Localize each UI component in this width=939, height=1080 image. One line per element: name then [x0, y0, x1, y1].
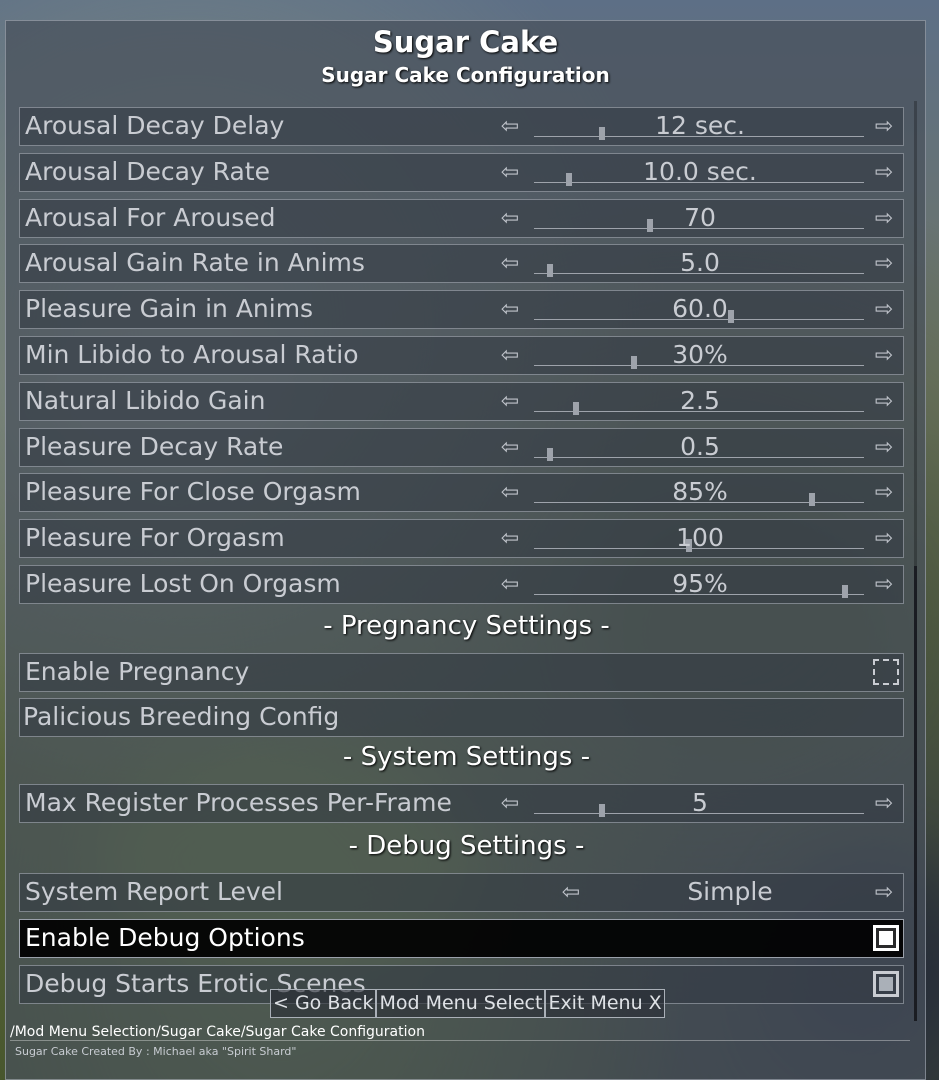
system-report-level-row[interactable]: System Report Level ⇦ Simple ⇨ [19, 873, 904, 912]
min-libido-to-arousal-ratio-row[interactable]: Min Libido to Arousal Ratio ⇦ 30% ⇨ [19, 336, 904, 375]
enable-debug-options-row[interactable]: Enable Debug Options [19, 919, 904, 958]
enable-debug-options-checkbox[interactable] [873, 925, 899, 951]
arousal-gain-rate-in-anims-row[interactable]: Arousal Gain Rate in Anims ⇦ 5.0 ⇨ [19, 244, 904, 284]
arrow-left-icon[interactable]: ⇦ [496, 205, 524, 233]
pleasure-lost-on-orgasm-row[interactable]: Pleasure Lost On Orgasm ⇦ 95% ⇨ [19, 565, 904, 604]
arousal-for-aroused-label: Arousal For Aroused [25, 202, 276, 232]
arrow-left-icon[interactable]: ⇦ [496, 250, 524, 278]
pleasure-gain-in-anims-label: Pleasure Gain in Anims [25, 294, 314, 324]
arrow-left-icon[interactable]: ⇦ [496, 388, 524, 416]
slider-value: 10.0 sec. [643, 156, 757, 186]
exit-menu-button[interactable]: Exit Menu X [545, 989, 665, 1018]
pleasure-lost-on-orgasm-label: Pleasure Lost On Orgasm [25, 569, 341, 598]
max-register-processes-label: Max Register Processes Per-Frame [25, 788, 452, 817]
navigation-bar: < Go Back Mod Menu Select Exit Menu X [270, 989, 665, 1018]
arrow-right-icon[interactable]: ⇨ [870, 205, 898, 233]
arrow-left-icon[interactable]: ⇦ [496, 571, 524, 599]
arousal-for-aroused-row[interactable]: Arousal For Aroused ⇦ 70 ⇨ [19, 198, 904, 238]
arrow-right-icon[interactable]: ⇨ [870, 571, 898, 599]
breeding-config-label: Palicious Breeding Config [23, 702, 340, 731]
arrow-right-icon[interactable]: ⇨ [870, 388, 898, 416]
arousal-decay-delay-label: Arousal Decay Delay [25, 111, 285, 140]
footer-divider [10, 1040, 910, 1041]
system-section-header: - System Settings - [342, 742, 591, 772]
arrow-right-icon[interactable]: ⇨ [870, 342, 898, 370]
arrow-left-icon[interactable]: ⇦ [496, 790, 524, 818]
breeding-config-row[interactable]: Palicious Breeding Config [19, 698, 904, 737]
slider-value: 2.5 [680, 385, 720, 415]
slider-thumb[interactable] [566, 172, 573, 186]
pleasure-decay-rate-label: Pleasure Decay Rate [25, 431, 284, 461]
slider-value: 100 [676, 523, 724, 553]
natural-libido-gain-label: Natural Libido Gain [25, 385, 266, 415]
arrow-left-icon[interactable]: ⇦ [496, 342, 524, 370]
slider-value: 0.5 [680, 431, 720, 461]
arousal-gain-rate-in-anims-label: Arousal Gain Rate in Anims [25, 248, 365, 278]
min-libido-to-arousal-ratio-label: Min Libido to Arousal Ratio [25, 340, 359, 369]
arrow-left-icon[interactable]: ⇦ [496, 113, 524, 141]
slider-thumb[interactable] [546, 447, 553, 461]
slider-thumb[interactable] [809, 493, 816, 507]
slider-value: 12 sec. [655, 111, 745, 140]
arrow-left-icon[interactable]: ⇦ [496, 159, 524, 187]
slider-thumb[interactable] [841, 585, 848, 598]
arrow-right-icon[interactable]: ⇨ [870, 525, 898, 553]
slider-value: 5 [692, 788, 708, 817]
slider-value: 60.0 [672, 294, 728, 324]
scrollbar-thumb[interactable] [914, 566, 917, 1021]
arrow-right-icon[interactable]: ⇨ [870, 790, 898, 818]
arrow-right-icon[interactable]: ⇨ [870, 434, 898, 462]
arrow-right-icon[interactable]: ⇨ [870, 250, 898, 278]
system-report-level-label: System Report Level [25, 877, 283, 906]
config-panel: Sugar Cake Sugar Cake Configuration Arou… [5, 20, 926, 1080]
pleasure-for-orgasm-label: Pleasure For Orgasm [25, 523, 285, 553]
enable-pregnancy-checkbox[interactable] [873, 659, 899, 685]
arrow-left-icon[interactable]: ⇦ [496, 525, 524, 553]
enable-pregnancy-row[interactable]: Enable Pregnancy [19, 653, 904, 692]
debug-section-header: - Debug Settings - [348, 831, 585, 861]
pleasure-for-close-orgasm-row[interactable]: Pleasure For Close Orgasm ⇦ 85% ⇨ [19, 473, 904, 513]
arrow-right-icon[interactable]: ⇨ [870, 113, 898, 141]
arrow-right-icon[interactable]: ⇨ [870, 479, 898, 507]
arrow-left-icon[interactable]: ⇦ [496, 479, 524, 507]
enable-pregnancy-label: Enable Pregnancy [25, 657, 250, 686]
slider-value: 5.0 [680, 248, 720, 278]
slider-thumb[interactable] [546, 264, 553, 278]
arousal-decay-rate-label: Arousal Decay Rate [25, 156, 270, 186]
natural-libido-gain-row[interactable]: Natural Libido Gain ⇦ 2.5 ⇨ [19, 381, 904, 421]
arrow-left-icon[interactable]: ⇦ [557, 879, 585, 907]
enable-debug-options-label: Enable Debug Options [25, 923, 305, 952]
slider-thumb[interactable] [598, 804, 605, 817]
slider-value: 85% [672, 477, 728, 507]
pleasure-gain-in-anims-row[interactable]: Pleasure Gain in Anims ⇦ 60.0 ⇨ [19, 290, 904, 330]
arousal-decay-rate-row[interactable]: Arousal Decay Rate ⇦ 10.0 sec. ⇨ [19, 152, 904, 192]
system-report-level-value: Simple [687, 877, 773, 906]
menu-header: Sugar Cake Sugar Cake Configuration [6, 21, 925, 91]
arrow-left-icon[interactable]: ⇦ [496, 434, 524, 462]
menu-subtitle: Sugar Cake Configuration [321, 63, 610, 87]
pleasure-for-orgasm-row[interactable]: Pleasure For Orgasm ⇦ 100 ⇨ [19, 519, 904, 559]
pleasure-for-close-orgasm-label: Pleasure For Close Orgasm [25, 477, 361, 507]
slider-value: 30% [672, 340, 728, 369]
settings-scrollbar[interactable] [914, 101, 917, 1021]
breadcrumb: /Mod Menu Selection/Sugar Cake/Sugar Cak… [10, 1024, 425, 1040]
arrow-left-icon[interactable]: ⇦ [496, 296, 524, 324]
arrow-right-icon[interactable]: ⇨ [870, 879, 898, 907]
slider-value: 95% [672, 569, 728, 598]
settings-list: Arousal Decay Delay ⇦ 12 sec. ⇨ Arousal Deca… [6, 91, 927, 1021]
go-back-button[interactable]: < Go Back [270, 989, 377, 1018]
slider-value: 70 [684, 202, 716, 232]
menu-title: Sugar Cake [372, 25, 559, 59]
arrow-right-icon[interactable]: ⇨ [870, 296, 898, 324]
pregnancy-section-header: - Pregnancy Settings - [323, 611, 610, 641]
slider-thumb[interactable] [598, 127, 605, 140]
slider-thumb[interactable] [572, 401, 579, 415]
arousal-decay-delay-row[interactable]: Arousal Decay Delay ⇦ 12 sec. ⇨ [19, 107, 904, 146]
pleasure-decay-rate-row[interactable]: Pleasure Decay Rate ⇦ 0.5 ⇨ [19, 427, 904, 467]
mod-menu-select-button[interactable]: Mod Menu Select [376, 989, 546, 1018]
debug-erotic-scenes-checkbox[interactable] [873, 971, 899, 997]
max-register-processes-row[interactable]: Max Register Processes Per-Frame ⇦ 5 ⇨ [19, 784, 904, 823]
credit-text: Sugar Cake Created By : Michael aka "Spi… [15, 1045, 297, 1058]
arrow-right-icon[interactable]: ⇨ [870, 159, 898, 187]
